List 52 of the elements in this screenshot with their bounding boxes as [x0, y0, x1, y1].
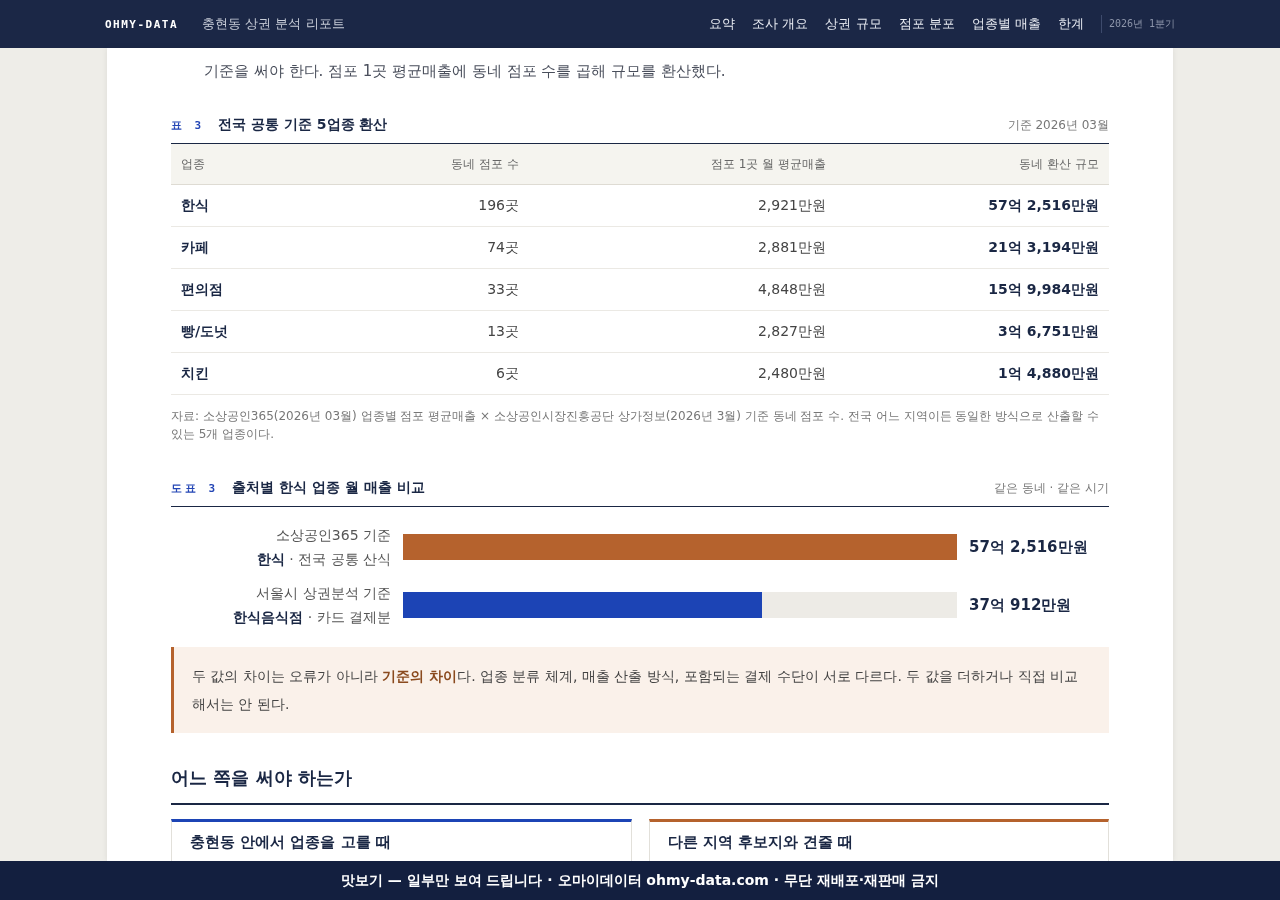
bar-sublabel: 한식 · 전국 공통 산식 [256, 550, 391, 569]
table-cell: 2,827만원 [529, 310, 836, 353]
intro-paragraph: 기준을 써야 한다. 점포 1곳 평균매출에 동네 점포 수를 곱해 규모를 환산했다. [204, 61, 726, 82]
bar-label: 소상공인365 기준 [275, 526, 391, 545]
chart-title: 출처별 한식 업종 월 매출 비교 [232, 479, 425, 497]
table-cell: 한식 [171, 184, 371, 227]
table-cell: 2,921만원 [529, 184, 836, 227]
table-cell: 21억 3,194만원 [836, 226, 1109, 269]
table-cell: 치킨 [171, 352, 371, 395]
table-cell: 3억 6,751만원 [836, 310, 1109, 353]
nav-link[interactable]: 조사 개요 [752, 15, 809, 33]
bar-label: 서울시 상권분석 기준 [256, 584, 391, 603]
card-title: 다른 지역 후보지와 견줄 때 [667, 832, 854, 852]
table-cell: 15억 9,984만원 [836, 268, 1109, 311]
table-cell: 빵/도넛 [171, 310, 371, 353]
report-title: 충현동 상권 분석 리포트 [202, 15, 345, 33]
table-cell: 편의점 [171, 268, 371, 311]
table-title: 전국 공통 기준 5업종 환산 [218, 116, 388, 134]
table-cell: 6곳 [371, 352, 529, 395]
source-note: 자료: 소상공인365(2026년 03월) 업종별 점포 평균매출 × 소상공인시장진흥공단 상가정보(2026년 3월) 기준 동네 점포 수. 전국 어느 지역이든 동일한 방식으로 산출할 수 있는 5개 업종이다. [171, 408, 1100, 443]
table-cell: 카페 [171, 226, 371, 269]
period-label: 2026년 1분기 [1108, 17, 1175, 31]
nav-link[interactable]: 요약 [709, 15, 736, 33]
nav-link[interactable]: 점포 분포 [898, 15, 955, 33]
chart-number: 도표 3 [171, 481, 219, 496]
table-cell: 33곳 [371, 268, 529, 311]
preview-banner: 맛보기 — 일부만 보여 드립니다 · 오마이데이터 ohmy-data.com · 무단 재배포·재판매 금지 [0, 861, 1280, 900]
table-cell: 1억 4,880만원 [836, 352, 1109, 395]
chart-note: 같은 동네 · 같은 시기 [993, 480, 1109, 497]
nav-link[interactable]: 한계 [1057, 15, 1084, 33]
section-heading: 어느 쪽을 써야 하는가 [171, 765, 1109, 805]
nav-link[interactable]: 상권 규모 [825, 15, 882, 33]
column-header: 점포 1곳 월 평균매출 [529, 144, 836, 185]
card-title: 충현동 안에서 업종을 고를 때 [190, 832, 391, 852]
table-cell: 196곳 [371, 184, 529, 227]
table-cell: 74곳 [371, 226, 529, 269]
bar-value-label: 37억 912만원 [969, 595, 1073, 615]
table-cell: 2,881만원 [529, 226, 836, 269]
column-header: 동네 점포 수 [371, 144, 529, 185]
table-cell: 4,848만원 [529, 268, 836, 311]
column-header: 업종 [171, 144, 371, 185]
logo[interactable]: OHMY-DATA [105, 17, 179, 31]
column-header: 동네 환산 규모 [836, 144, 1109, 185]
bar-value-label: 57억 2,516만원 [969, 537, 1089, 557]
callout-note: 두 값의 차이는 오류가 아니라 기준의 차이다. 업종 분류 체계, 매출 산출 방식, 포함되는 결제 수단이 서로 다르다. 두 값을 더하거나 직접 비교해서는 안 된다. [171, 647, 1109, 733]
table-number: 표 3 [171, 118, 205, 133]
table-cell: 13곳 [371, 310, 529, 353]
table-cell: 2,480만원 [529, 352, 836, 395]
bar-sublabel: 한식음식점 · 카드 결제분 [233, 608, 391, 627]
table-cell: 57억 2,516만원 [836, 184, 1109, 227]
table-date-note: 기준 2026년 03월 [1007, 117, 1109, 134]
nav-link[interactable]: 업종별 매출 [971, 15, 1041, 33]
